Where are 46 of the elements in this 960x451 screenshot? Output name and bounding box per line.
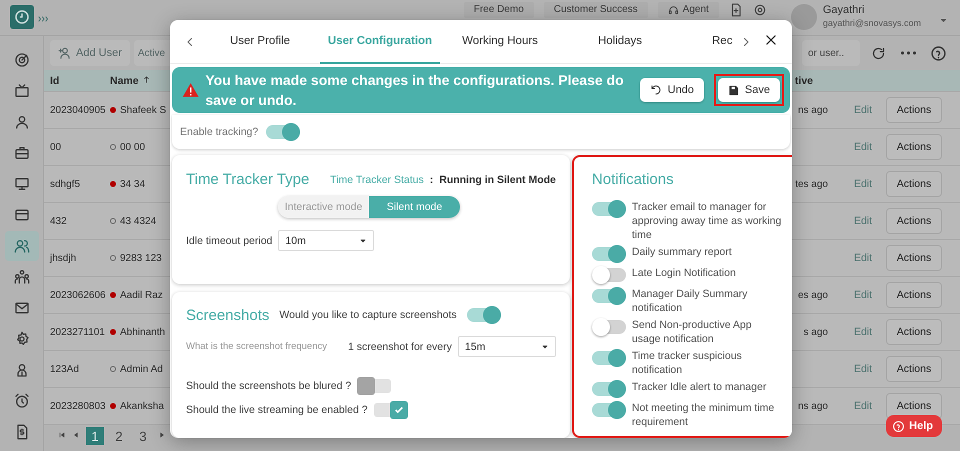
table-cell-text: 2023040905: [50, 104, 107, 116]
notification-label: Daily summary report: [632, 245, 733, 259]
field-label: Idle timeout period: [186, 234, 272, 246]
table-cell: 9283 123: [120, 252, 162, 264]
section-title: Screenshots: [186, 306, 270, 324]
field-label: Should the live streaming be enabled ?: [186, 404, 368, 416]
table-cell-text: 2023280803: [50, 400, 107, 412]
section-title: Time Tracker Type: [186, 171, 310, 188]
table-cell: Abhinanth: [120, 326, 166, 338]
table-cell: Admin Ad: [120, 364, 163, 374]
field-label: Would you like to capture screenshots: [279, 309, 457, 321]
separator: :: [430, 174, 434, 186]
banner-message: You have made some changes in the configurations. Please do save or undo.: [205, 71, 625, 110]
user-email: gayathri@snovasys.com: [822, 18, 921, 28]
field-label: Should the screenshots be blured ?: [186, 380, 352, 392]
notification-label: Manager Daily Summary notification: [632, 287, 748, 315]
status-label: Time Tracker Status: [330, 174, 424, 186]
table-cell: Akanksha: [120, 400, 164, 412]
table-cell: Aadil Raz: [120, 290, 163, 300]
table-cell-text: es ago: [796, 290, 829, 300]
table-cell-text: s ago: [802, 326, 829, 338]
table-cell-text: tes ago: [794, 178, 829, 190]
table-cell-text: 123Ad: [50, 364, 80, 374]
table-cell-text: 2023062606: [50, 290, 107, 300]
notification-label: Not meeting the minimum time requirement: [632, 401, 776, 429]
notification-label: Tracker email to manager for approving away time as working time: [632, 200, 782, 242]
notification-label: Send Non-productive App usage notification: [632, 318, 753, 346]
status-value: Running in Silent Mode: [439, 174, 556, 186]
notification-label: Time tracker suspicious notification: [632, 349, 743, 377]
table-cell: 43 4324: [120, 216, 156, 226]
table-cell: 34 34: [120, 178, 146, 190]
field-label: 1 screenshot for every: [348, 340, 452, 352]
notification-label: Tracker Idle alert to manager: [632, 380, 768, 394]
table-cell-text: ns ago: [796, 104, 829, 116]
table-cell-text: jhsdjh: [50, 252, 78, 264]
section-title: Notifications: [592, 171, 675, 188]
table-cell-text: 2023271101: [50, 326, 106, 338]
user-name: Gayathri: [822, 4, 866, 16]
table-cell: Shafeek S: [120, 104, 166, 116]
table-cell-text: 00: [50, 142, 62, 152]
table-cell-text: sdhgf5: [50, 178, 82, 190]
table-cell-text: 432: [50, 216, 68, 226]
table-cell: 00 00: [120, 142, 146, 152]
field-label: Enable tracking?: [180, 126, 258, 138]
notification-label: Late Login Notification: [632, 266, 737, 280]
field-label: What is the screenshot frequency: [186, 341, 328, 352]
